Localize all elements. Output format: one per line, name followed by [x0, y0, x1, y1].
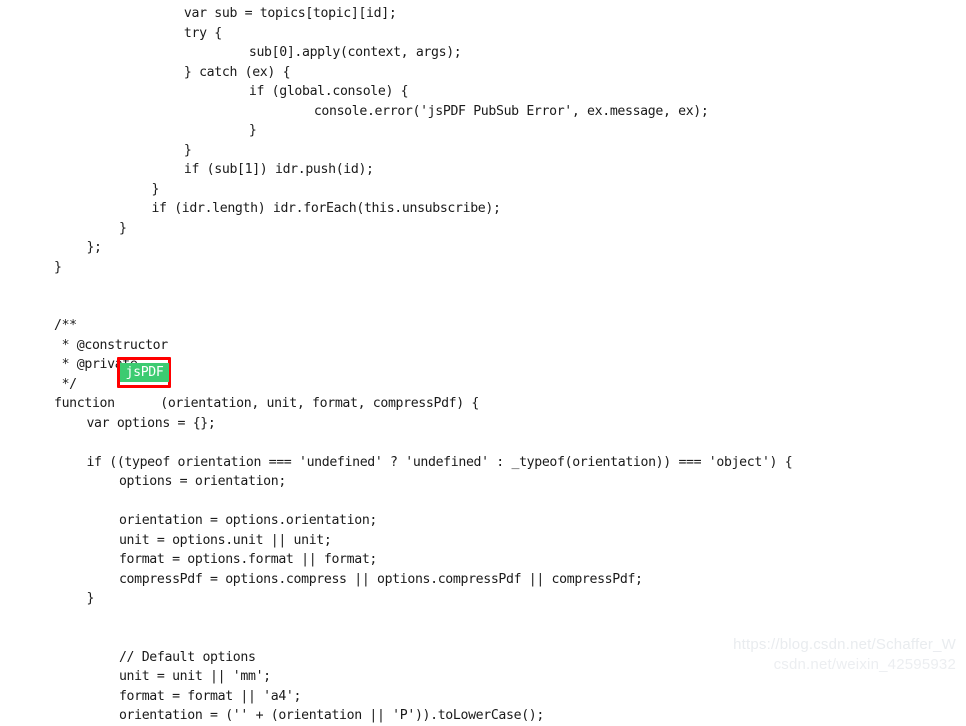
code-line: }: [86, 591, 95, 606]
code-line: } catch (ex) {: [183, 64, 291, 80]
code-line: sub[0].apply(context, args);: [248, 45, 462, 60]
code-line: if (sub[1]) idr.push(id);: [183, 162, 374, 177]
code-line: }: [248, 123, 257, 138]
code-screenshot-canvas: var sub = topics[topic][id]; try { sub[0].…: [0, 0, 966, 723]
code-line: function (orientation, unit, format, com…: [54, 396, 480, 411]
watermark-line-2: csdn.net/weixin_42595932: [773, 656, 956, 673]
code-line: */: [54, 376, 78, 392]
code-line: }: [54, 259, 62, 275]
code-line: console.error('jsPDF PubSub Error', ex.m…: [313, 103, 709, 119]
code-line: };: [86, 240, 102, 255]
code-line: }: [118, 220, 127, 236]
code-line: try {: [183, 25, 222, 41]
watermark: https://blog.csdn.net/Schaffer_W csdn.ne…: [733, 635, 956, 675]
code-line: if (global.console) {: [248, 84, 409, 99]
code-line: // Default options: [118, 649, 256, 665]
code-line: format = options.format || format;: [118, 552, 377, 567]
watermark-line-1: https://blog.csdn.net/Schaffer_W: [733, 636, 956, 653]
code-line: format = format || 'a4';: [118, 688, 302, 704]
code-line: compressPdf = options.compress || option…: [118, 571, 643, 587]
code-line: var sub = topics[topic][id];: [183, 6, 397, 21]
code-line: if (idr.length) idr.forEach(this.unsubsc…: [151, 201, 501, 216]
code-line: }: [183, 142, 192, 158]
highlighted-token-jspdf: jsPDF: [120, 363, 169, 382]
code-line: /**: [54, 318, 77, 333]
code-line: * @constructor: [54, 337, 169, 353]
code-line: orientation = ('' + (orientation || 'P')…: [118, 708, 544, 723]
code-line: orientation = options.orientation;: [118, 513, 377, 528]
code-line: var options = {};: [86, 415, 216, 431]
code-line: }: [151, 181, 160, 197]
code-line: options = orientation;: [118, 474, 286, 489]
code-line: unit = options.unit || unit;: [118, 532, 332, 548]
code-line: if ((typeof orientation === 'undefined' …: [86, 454, 793, 470]
